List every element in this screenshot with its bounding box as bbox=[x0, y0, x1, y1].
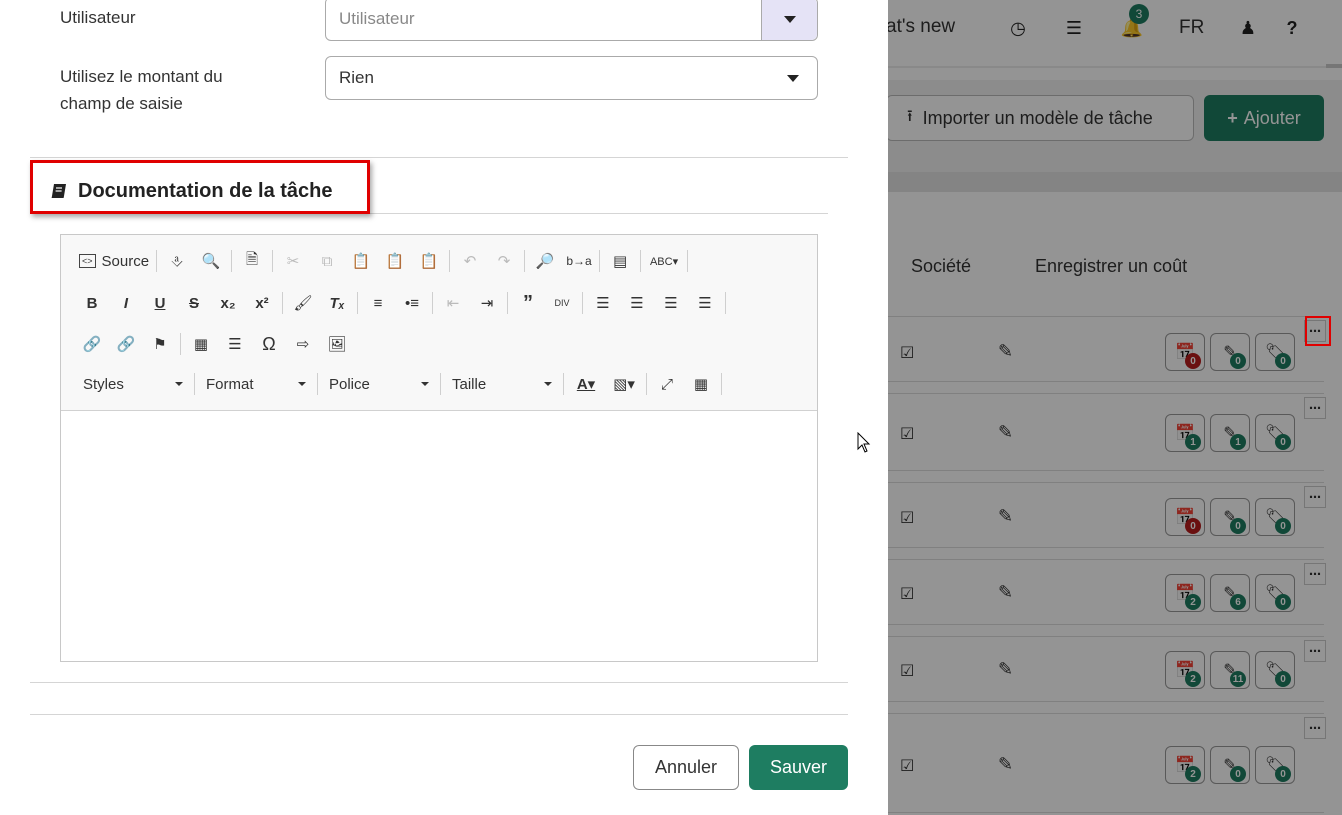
templates-icon[interactable]: ⎀ bbox=[164, 248, 190, 274]
background-color-icon[interactable]: ▧▾ bbox=[609, 371, 639, 397]
amount-field-label-line1: Utilisez le montant du bbox=[60, 67, 223, 86]
justify-icon[interactable]: ☰ bbox=[692, 290, 718, 316]
font-combo-label: Police bbox=[329, 375, 370, 393]
modal-backdrop[interactable] bbox=[886, 0, 1342, 815]
link-icon[interactable]: 🔗 bbox=[79, 331, 105, 357]
size-combo[interactable]: Taille bbox=[444, 371, 560, 397]
font-combo[interactable]: Police bbox=[321, 371, 437, 397]
cancel-button[interactable]: Annuler bbox=[633, 745, 739, 790]
chevron-down-icon bbox=[784, 16, 796, 23]
image-icon[interactable]: 🖼 bbox=[324, 331, 350, 357]
chevron-down-icon bbox=[787, 75, 799, 82]
replace-icon[interactable]: b→a bbox=[566, 248, 592, 274]
user-select-placeholder: Utilisateur bbox=[339, 9, 415, 28]
paste-text-icon[interactable]: 📋 bbox=[382, 248, 408, 274]
section-bottom-divider bbox=[30, 682, 848, 683]
show-blocks-icon[interactable]: ▦ bbox=[688, 371, 714, 397]
anchor-flag-icon[interactable]: ⚑ bbox=[147, 331, 173, 357]
chevron-down-icon bbox=[298, 382, 306, 386]
size-combo-label: Taille bbox=[452, 375, 487, 393]
source-icon: <> bbox=[79, 254, 96, 268]
spellcheck-icon[interactable]: ABC▾ bbox=[648, 248, 680, 274]
format-combo-label: Format bbox=[206, 375, 254, 393]
editor-content-area[interactable] bbox=[61, 412, 817, 661]
paste-word-icon[interactable]: 📋 bbox=[416, 248, 442, 274]
paste-icon[interactable]: 📋 bbox=[348, 248, 374, 274]
superscript-icon[interactable]: x² bbox=[249, 290, 275, 316]
save-button[interactable]: Sauver bbox=[749, 745, 848, 790]
user-field-label: Utilisateur bbox=[60, 8, 136, 27]
styles-combo-label: Styles bbox=[83, 375, 124, 393]
amount-select-value: Rien bbox=[339, 68, 374, 87]
user-select[interactable]: Utilisateur bbox=[325, 0, 818, 41]
bulleted-list-icon[interactable]: •≡ bbox=[399, 290, 425, 316]
select-all-icon[interactable]: ▤ bbox=[607, 248, 633, 274]
maximize-icon[interactable]: ⤢ bbox=[654, 371, 680, 397]
amount-field-label-line2: champ de saisie bbox=[60, 94, 183, 113]
special-char-icon[interactable]: Ω bbox=[256, 331, 282, 357]
cut-icon[interactable]: ✂ bbox=[280, 248, 306, 274]
align-center-icon[interactable]: ☰ bbox=[624, 290, 650, 316]
page-break-icon[interactable]: ⇨ bbox=[290, 331, 316, 357]
unlink-icon[interactable]: 🔗 bbox=[113, 331, 139, 357]
source-button[interactable]: <> Source bbox=[79, 253, 149, 270]
div-container-icon[interactable]: DIV bbox=[549, 290, 575, 316]
mouse-cursor-icon bbox=[857, 432, 871, 453]
footer-divider bbox=[30, 714, 848, 715]
rich-text-editor: <> Source ⎀ 🔍 🗎 ✂ ⧉ 📋 📋 📋 ↶ ↷ 🔎 b→a ▤ AB… bbox=[60, 234, 818, 662]
find-icon[interactable]: 🔎 bbox=[532, 248, 558, 274]
amount-select[interactable]: Rien bbox=[325, 56, 818, 100]
copy-icon[interactable]: ⧉ bbox=[314, 248, 340, 274]
chevron-down-icon bbox=[421, 382, 429, 386]
preview-icon[interactable]: 🔍 bbox=[198, 248, 224, 274]
italic-icon[interactable]: I bbox=[113, 290, 139, 316]
table-icon[interactable]: ▦ bbox=[188, 331, 214, 357]
subscript-icon[interactable]: x₂ bbox=[215, 290, 241, 316]
numbered-list-icon[interactable]: ≡ bbox=[365, 290, 391, 316]
undo-icon[interactable]: ↶ bbox=[457, 248, 483, 274]
copy-format-icon[interactable]: 🖌 bbox=[290, 290, 316, 316]
remove-format-icon[interactable]: Tₓ bbox=[324, 290, 350, 316]
highlight-box-more-button bbox=[1305, 316, 1331, 346]
format-combo[interactable]: Format bbox=[198, 371, 314, 397]
source-button-label: Source bbox=[101, 252, 150, 270]
strikethrough-icon[interactable]: S bbox=[181, 290, 207, 316]
editor-toolbar: <> Source ⎀ 🔍 🗎 ✂ ⧉ 📋 📋 📋 ↶ ↷ 🔎 b→a ▤ AB… bbox=[61, 235, 817, 411]
divider bbox=[30, 157, 848, 158]
styles-combo[interactable]: Styles bbox=[75, 371, 191, 397]
task-form-panel: Utilisateur Utilisateur Utilisez le mont… bbox=[0, 0, 888, 815]
text-color-icon[interactable]: A▾ bbox=[571, 371, 601, 397]
outdent-icon[interactable]: ⇤ bbox=[440, 290, 466, 316]
underline-icon[interactable]: U bbox=[147, 290, 173, 316]
highlight-box-section-title bbox=[30, 160, 370, 214]
bold-icon[interactable]: B bbox=[79, 290, 105, 316]
user-select-toggle[interactable] bbox=[761, 0, 817, 40]
blockquote-icon[interactable]: ” bbox=[515, 290, 541, 316]
chevron-down-icon bbox=[544, 382, 552, 386]
align-right-icon[interactable]: ☰ bbox=[658, 290, 684, 316]
chevron-down-icon bbox=[175, 382, 183, 386]
redo-icon[interactable]: ↷ bbox=[491, 248, 517, 274]
indent-icon[interactable]: ⇥ bbox=[474, 290, 500, 316]
align-left-icon[interactable]: ☰ bbox=[590, 290, 616, 316]
horizontal-line-icon[interactable]: ☰ bbox=[222, 331, 248, 357]
new-page-icon[interactable]: 🗎 bbox=[239, 248, 265, 274]
